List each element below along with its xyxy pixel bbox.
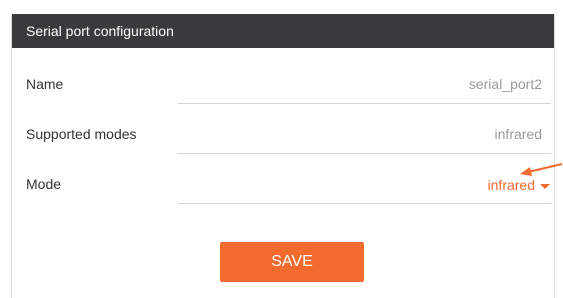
mode-label: Mode bbox=[26, 176, 62, 192]
supported-modes-value: infrared bbox=[494, 126, 542, 142]
screen: Serial port configuration Name serial_po… bbox=[0, 0, 563, 298]
name-value: serial_port2 bbox=[468, 76, 542, 92]
save-button[interactable]: SAVE bbox=[220, 242, 364, 282]
supported-modes-row: Supported modes infrared bbox=[12, 125, 554, 175]
supported-modes-underline bbox=[178, 153, 551, 154]
name-label: Name bbox=[26, 76, 64, 92]
serial-port-config-panel: Serial port configuration Name serial_po… bbox=[11, 14, 555, 298]
supported-modes-label: Supported modes bbox=[26, 126, 137, 142]
panel-title: Serial port configuration bbox=[12, 14, 554, 48]
name-underline bbox=[178, 103, 551, 104]
arrow-pointer-icon bbox=[520, 163, 563, 176]
mode-underline bbox=[178, 203, 551, 204]
mode-row: Mode infrared bbox=[12, 175, 554, 225]
chevron-down-icon bbox=[540, 184, 550, 189]
name-row: Name serial_port2 bbox=[12, 75, 554, 125]
